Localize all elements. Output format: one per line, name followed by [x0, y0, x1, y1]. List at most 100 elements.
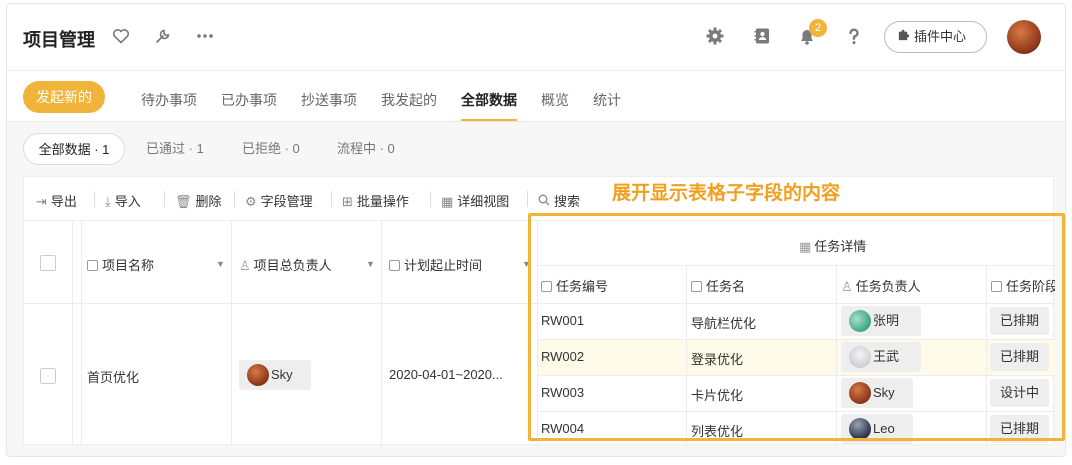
stage-badge[interactable]: 已排期 [990, 343, 1050, 371]
stage-badge[interactable]: 已排期 [990, 307, 1050, 335]
plugin-center-label: 插件中心 [914, 29, 967, 44]
person-chip[interactable]: Sky [841, 378, 913, 408]
stage-badge[interactable]: 已排期 [990, 415, 1050, 443]
task-name-cell[interactable]: 登录优化 [691, 349, 743, 368]
column-group-task-details: ▦ 任务详情 [799, 236, 866, 255]
app-window: 项目管理 2 插件中心 发起新的 待办事项 已办事项 抄送事项 我发起的 全部数… [6, 3, 1066, 457]
annotation-text: 展开显示表格子字段的内容 [612, 183, 841, 204]
person-chip[interactable]: 王武 [841, 342, 921, 372]
column-header-task-id[interactable]: 任务编号 [541, 276, 608, 295]
select-field-icon [991, 281, 1002, 292]
toolbar-divider [527, 191, 528, 207]
tab-statistics[interactable]: 统计 [593, 90, 621, 110]
grid-icon: ⊞ [342, 194, 353, 209]
task-name-cell[interactable]: 列表优化 [691, 421, 743, 440]
search-button[interactable]: 搜索 [538, 191, 580, 210]
gear-icon[interactable] [705, 26, 725, 46]
select-all-checkbox[interactable] [40, 255, 56, 271]
wrench-icon[interactable] [153, 26, 173, 46]
column-header-task-stage[interactable]: 任务阶段 [991, 276, 1055, 295]
plugin-center-button[interactable]: 插件中心 [884, 21, 987, 53]
detail-view-button[interactable]: ▦ 详细视图 [441, 191, 509, 210]
column-header-task-owner[interactable]: ♙ 任务负责人 [841, 276, 921, 295]
batch-operation-label: 批量操作 [356, 194, 409, 209]
export-label: 导出 [50, 194, 77, 209]
contacts-icon[interactable] [752, 26, 772, 46]
delete-label: 删除 [195, 194, 222, 209]
new-request-button[interactable]: 发起新的 [23, 81, 105, 113]
page-title: 项目管理 [23, 30, 95, 50]
search-label: 搜索 [554, 194, 581, 209]
chevron-down-icon[interactable]: ▼ [522, 259, 531, 269]
tab-all-data[interactable]: 全部数据 [461, 90, 517, 110]
column-header-period[interactable]: 计划起止时间 [389, 255, 482, 274]
chevron-down-icon[interactable]: ▼ [366, 259, 375, 269]
task-id-cell[interactable]: RW004 [541, 421, 584, 436]
column-header-owner[interactable]: ♙ 项目总负责人 [239, 255, 332, 274]
field-manage-label: 字段管理 [260, 194, 313, 209]
filter-approved[interactable]: 已通过 · 1 [146, 133, 204, 165]
task-id-cell[interactable]: RW002 [541, 349, 584, 364]
settings-icon: ⚙ [245, 194, 257, 209]
batch-operation-button[interactable]: ⊞ 批量操作 [342, 191, 409, 210]
period-cell[interactable]: 2020-04-01~2020... [389, 367, 529, 382]
column-header-task-name[interactable]: 任务名 [691, 276, 745, 295]
person-chip[interactable]: Leo [841, 414, 913, 444]
calendar-icon [389, 260, 400, 271]
table-icon: ▦ [799, 239, 812, 254]
column-header-name-label: 项目名称 [102, 258, 155, 273]
search-icon [538, 194, 550, 209]
tab-todo[interactable]: 待办事项 [141, 90, 197, 110]
person-name: 张明 [873, 313, 900, 328]
tab-overview[interactable]: 概览 [541, 90, 569, 110]
filter-all[interactable]: 全部数据 · 1 [23, 133, 125, 165]
import-label: 导入 [114, 194, 141, 209]
import-button[interactable]: ⤓ 导入 [105, 191, 141, 210]
user-avatar[interactable] [1007, 20, 1041, 54]
field-manage-button[interactable]: ⚙ 字段管理 [245, 191, 313, 210]
table-toolbar: ⇥ 导出 ⤓ 导入 🗑 删除 ⚙ 字段管理 ⊞ 批量操作 ▦ 详细视图 搜索 [23, 176, 1054, 220]
person-name: Sky [271, 367, 293, 382]
avatar [849, 346, 871, 368]
stage-badge[interactable]: 设计中 [990, 379, 1050, 407]
highlighted-subrow [537, 339, 1055, 375]
person-icon: ♙ [239, 258, 251, 273]
text-field-icon [691, 281, 702, 292]
tab-initiated[interactable]: 我发起的 [381, 90, 437, 110]
toolbar-divider [234, 191, 235, 207]
person-name: 王武 [873, 349, 900, 364]
column-header-period-label: 计划起止时间 [404, 258, 483, 273]
tab-done[interactable]: 已办事项 [221, 90, 277, 110]
person-icon: ♙ [841, 279, 853, 294]
person-name: Sky [873, 385, 895, 400]
filter-in-progress[interactable]: 流程中 · 0 [337, 133, 395, 165]
notification-badge: 2 [809, 19, 827, 37]
task-name-cell[interactable]: 导航栏优化 [691, 313, 756, 332]
person-name: Leo [873, 421, 895, 436]
task-id-cell[interactable]: RW001 [541, 313, 584, 328]
filter-rejected[interactable]: 已拒绝 · 0 [242, 133, 300, 165]
help-icon[interactable] [844, 26, 864, 46]
tab-cc[interactable]: 抄送事项 [301, 90, 357, 110]
more-icon[interactable] [195, 26, 215, 46]
column-header-name[interactable]: 项目名称 [87, 255, 154, 274]
tab-bar: 发起新的 待办事项 已办事项 抄送事项 我发起的 全部数据 概览 统计 [7, 71, 1065, 122]
column-header-owner-label: 项目总负责人 [253, 258, 332, 273]
puzzle-icon [897, 22, 911, 52]
task-id-cell[interactable]: RW003 [541, 385, 584, 400]
person-chip[interactable]: 张明 [841, 306, 921, 336]
trash-icon: 🗑 [175, 194, 192, 209]
person-chip[interactable]: Sky [239, 360, 311, 390]
delete-button[interactable]: 🗑 删除 [175, 191, 222, 210]
chevron-down-icon[interactable]: ▼ [216, 259, 225, 269]
export-button[interactable]: ⇥ 导出 [36, 191, 77, 210]
column-header-task-owner-label: 任务负责人 [855, 279, 921, 294]
project-name-cell[interactable]: 首页优化 [87, 367, 139, 386]
heart-icon[interactable] [111, 26, 131, 46]
task-name-cell[interactable]: 卡片优化 [691, 385, 743, 404]
detail-view-label: 详细视图 [457, 194, 510, 209]
row-checkbox[interactable] [40, 368, 56, 384]
avatar [849, 382, 871, 404]
avatar [849, 310, 871, 332]
toolbar-divider [164, 191, 165, 207]
